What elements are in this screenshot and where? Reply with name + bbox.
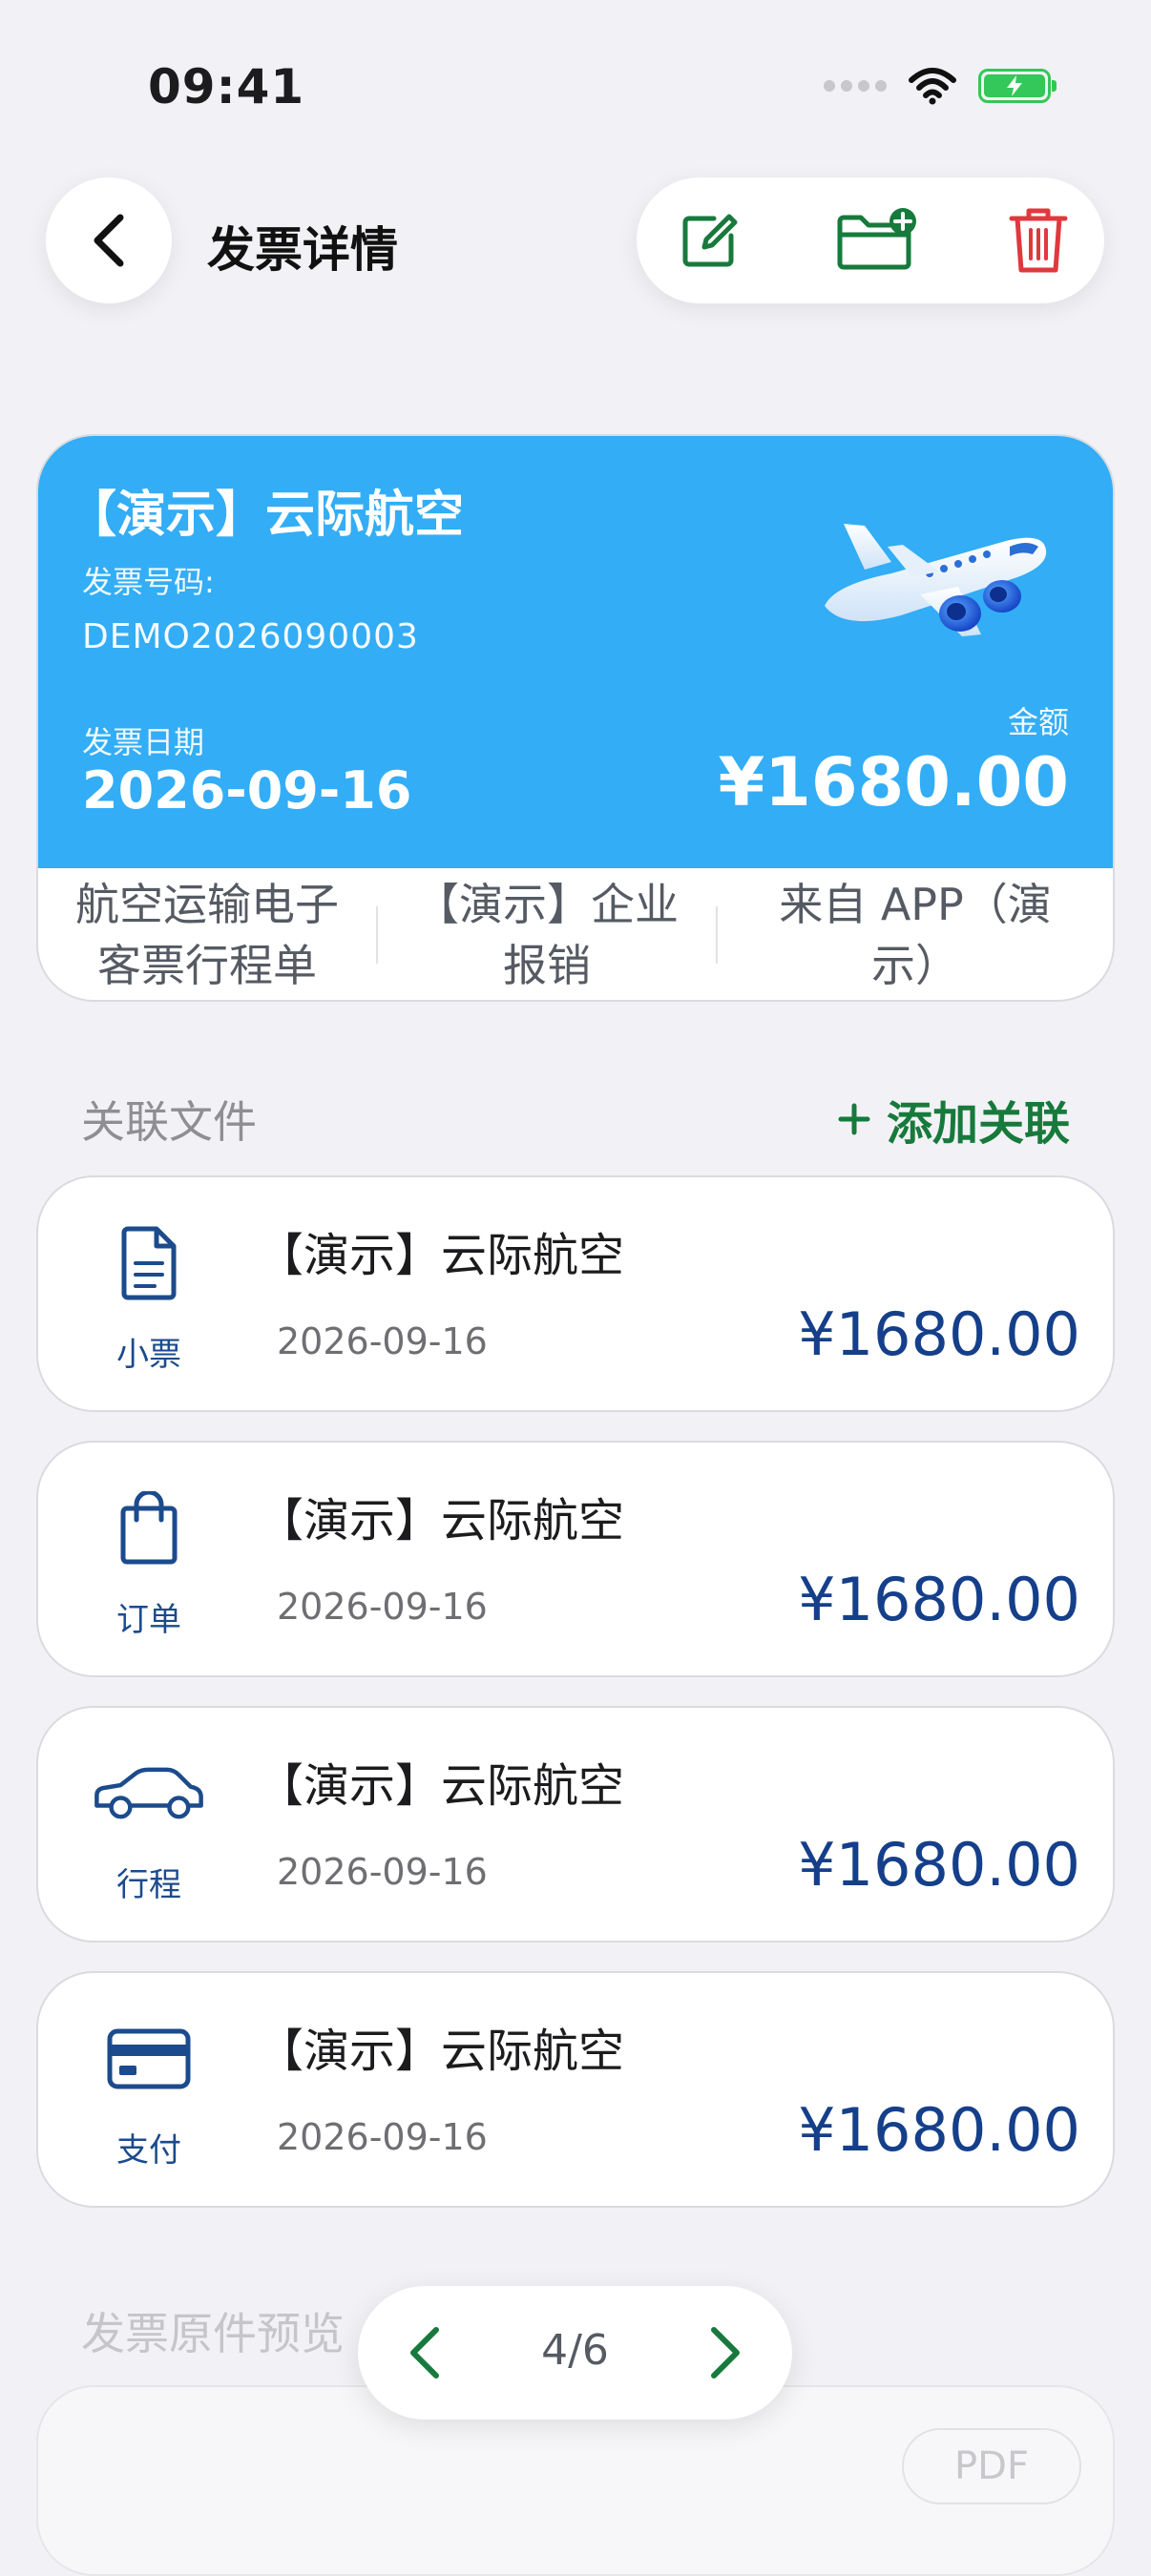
invoice-amount: ¥1680.00 <box>718 743 1069 821</box>
add-to-folder-button[interactable] <box>834 206 920 275</box>
add-related-button[interactable]: 添加关联 <box>837 1086 1070 1153</box>
reimbursement-tag: 【演示】企业报销 <box>415 879 679 991</box>
bag-icon <box>92 1490 206 1567</box>
invoice-number: DEMO2026090003 <box>82 617 419 656</box>
status-time: 09:41 <box>148 59 305 114</box>
wifi-icon <box>909 68 956 105</box>
file-type-label: 小票 <box>116 1336 181 1374</box>
car-icon <box>92 1755 206 1832</box>
file-date: 2026-09-16 <box>277 1320 488 1362</box>
invoice-number-label: 发票号码: <box>82 564 215 600</box>
source-tag: 来自 APP（演示） <box>779 879 1052 991</box>
trash-icon <box>1009 208 1068 273</box>
file-name: 【演示】云际航空 <box>258 2025 625 2078</box>
file-type-label: 支付 <box>116 2131 181 2170</box>
invoice-card[interactable]: 【演示】云际航空 发票号码: DEMO2026090003 发票日期 2026-… <box>36 434 1115 1002</box>
folder-add-icon <box>837 208 916 270</box>
invoice-date: 2026-09-16 <box>82 760 412 821</box>
related-file-card[interactable]: 支付 【演示】云际航空 2026-09-16 ¥1680.00 <box>36 1971 1115 2208</box>
back-button[interactable] <box>46 177 172 303</box>
preview-title: 发票原件预览 <box>81 2308 345 2359</box>
document-icon <box>92 1225 206 1301</box>
airplane-icon <box>825 524 1047 636</box>
chevron-left-icon <box>94 214 124 267</box>
related-file-card[interactable]: 行程 【演示】云际航空 2026-09-16 ¥1680.00 <box>36 1706 1115 1942</box>
delete-button[interactable] <box>1004 206 1073 275</box>
file-name: 【演示】云际航空 <box>258 1494 625 1548</box>
edit-button[interactable] <box>675 206 743 275</box>
chevron-right-icon <box>711 2327 740 2379</box>
card-icon <box>92 2021 206 2097</box>
pdf-badge: PDF <box>902 2428 1081 2504</box>
file-date: 2026-09-16 <box>277 1586 488 1628</box>
plus-icon <box>838 1103 870 1135</box>
file-amount: ¥1680.00 <box>798 1830 1080 1900</box>
page-title: 发票详情 <box>207 222 398 278</box>
invoice-type-tag: 航空运输电子客票行程单 <box>75 879 339 991</box>
invoice-tags: 航空运输电子客票行程单 【演示】企业报销 来自 APP（演示） <box>38 868 1113 1000</box>
signal-dots-icon <box>824 80 887 92</box>
related-files-title: 关联文件 <box>81 1096 257 1148</box>
file-type-label: 行程 <box>116 1866 181 1904</box>
file-amount: ¥1680.00 <box>798 2095 1080 2165</box>
amount-label: 金额 <box>1007 704 1069 740</box>
file-date: 2026-09-16 <box>277 2116 488 2158</box>
file-name: 【演示】云际航空 <box>258 1759 625 1813</box>
next-page-button[interactable] <box>697 2324 754 2381</box>
add-related-label: 添加关联 <box>886 1097 1070 1151</box>
pager: 4/6 <box>358 2286 792 2420</box>
related-file-card[interactable]: 小票 【演示】云际航空 2026-09-16 ¥1680.00 <box>36 1175 1115 1412</box>
action-toolbar <box>637 177 1104 303</box>
file-date: 2026-09-16 <box>277 1851 488 1893</box>
file-name: 【演示】云际航空 <box>258 1229 625 1282</box>
invoice-date-label: 发票日期 <box>82 724 205 760</box>
edit-icon <box>682 214 738 267</box>
seller-name: 【演示】云际航空 <box>67 487 465 544</box>
file-amount: ¥1680.00 <box>798 1299 1080 1369</box>
file-type-label: 订单 <box>116 1601 181 1639</box>
file-amount: ¥1680.00 <box>798 1565 1080 1634</box>
invoice-card-header: 【演示】云际航空 发票号码: DEMO2026090003 发票日期 2026-… <box>38 436 1113 868</box>
related-file-card[interactable]: 订单 【演示】云际航空 2026-09-16 ¥1680.00 <box>36 1441 1115 1677</box>
status-icons <box>824 67 1057 105</box>
battery-icon <box>978 69 1057 103</box>
